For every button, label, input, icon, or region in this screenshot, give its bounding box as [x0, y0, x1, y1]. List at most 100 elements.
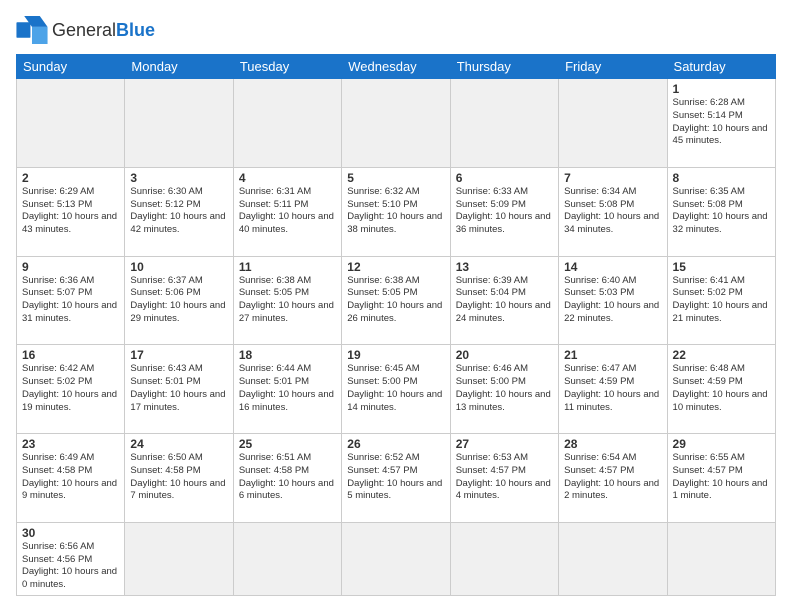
day-number: 6: [456, 171, 553, 185]
day-number: 22: [673, 348, 770, 362]
day-info: Sunrise: 6:49 AM Sunset: 4:58 PM Dayligh…: [22, 452, 119, 503]
calendar-row: 9Sunrise: 6:36 AM Sunset: 5:07 PM Daylig…: [17, 256, 776, 345]
day-number: 14: [564, 260, 661, 274]
day-info: Sunrise: 6:31 AM Sunset: 5:11 PM Dayligh…: [239, 186, 336, 237]
day-number: 2: [22, 171, 119, 185]
table-row: 30Sunrise: 6:56 AM Sunset: 4:56 PM Dayli…: [17, 522, 125, 595]
table-row: 25Sunrise: 6:51 AM Sunset: 4:58 PM Dayli…: [233, 434, 341, 523]
day-number: 9: [22, 260, 119, 274]
header: GeneralBlue: [16, 16, 776, 44]
day-number: 27: [456, 437, 553, 451]
day-info: Sunrise: 6:32 AM Sunset: 5:10 PM Dayligh…: [347, 186, 444, 237]
day-info: Sunrise: 6:38 AM Sunset: 5:05 PM Dayligh…: [347, 275, 444, 326]
table-row: 19Sunrise: 6:45 AM Sunset: 5:00 PM Dayli…: [342, 345, 450, 434]
calendar-row: 16Sunrise: 6:42 AM Sunset: 5:02 PM Dayli…: [17, 345, 776, 434]
calendar: Sunday Monday Tuesday Wednesday Thursday…: [16, 54, 776, 596]
header-friday: Friday: [559, 55, 667, 79]
day-info: Sunrise: 6:53 AM Sunset: 4:57 PM Dayligh…: [456, 452, 553, 503]
day-number: 3: [130, 171, 227, 185]
table-row: 7Sunrise: 6:34 AM Sunset: 5:08 PM Daylig…: [559, 167, 667, 256]
day-info: Sunrise: 6:29 AM Sunset: 5:13 PM Dayligh…: [22, 186, 119, 237]
table-row: 24Sunrise: 6:50 AM Sunset: 4:58 PM Dayli…: [125, 434, 233, 523]
table-row: 18Sunrise: 6:44 AM Sunset: 5:01 PM Dayli…: [233, 345, 341, 434]
table-row: 12Sunrise: 6:38 AM Sunset: 5:05 PM Dayli…: [342, 256, 450, 345]
table-row: 20Sunrise: 6:46 AM Sunset: 5:00 PM Dayli…: [450, 345, 558, 434]
day-number: 23: [22, 437, 119, 451]
header-tuesday: Tuesday: [233, 55, 341, 79]
day-number: 10: [130, 260, 227, 274]
day-number: 30: [22, 526, 119, 540]
header-wednesday: Wednesday: [342, 55, 450, 79]
day-info: Sunrise: 6:52 AM Sunset: 4:57 PM Dayligh…: [347, 452, 444, 503]
day-number: 12: [347, 260, 444, 274]
table-row: [233, 522, 341, 595]
day-number: 20: [456, 348, 553, 362]
day-info: Sunrise: 6:36 AM Sunset: 5:07 PM Dayligh…: [22, 275, 119, 326]
day-number: 11: [239, 260, 336, 274]
table-row: 14Sunrise: 6:40 AM Sunset: 5:03 PM Dayli…: [559, 256, 667, 345]
day-info: Sunrise: 6:50 AM Sunset: 4:58 PM Dayligh…: [130, 452, 227, 503]
table-row: [559, 522, 667, 595]
header-sunday: Sunday: [17, 55, 125, 79]
day-info: Sunrise: 6:42 AM Sunset: 5:02 PM Dayligh…: [22, 363, 119, 414]
table-row: 15Sunrise: 6:41 AM Sunset: 5:02 PM Dayli…: [667, 256, 775, 345]
table-row: [342, 79, 450, 168]
day-info: Sunrise: 6:40 AM Sunset: 5:03 PM Dayligh…: [564, 275, 661, 326]
table-row: 9Sunrise: 6:36 AM Sunset: 5:07 PM Daylig…: [17, 256, 125, 345]
day-info: Sunrise: 6:55 AM Sunset: 4:57 PM Dayligh…: [673, 452, 770, 503]
day-info: Sunrise: 6:35 AM Sunset: 5:08 PM Dayligh…: [673, 186, 770, 237]
table-row: 22Sunrise: 6:48 AM Sunset: 4:59 PM Dayli…: [667, 345, 775, 434]
day-info: Sunrise: 6:43 AM Sunset: 5:01 PM Dayligh…: [130, 363, 227, 414]
table-row: 4Sunrise: 6:31 AM Sunset: 5:11 PM Daylig…: [233, 167, 341, 256]
day-number: 19: [347, 348, 444, 362]
day-info: Sunrise: 6:45 AM Sunset: 5:00 PM Dayligh…: [347, 363, 444, 414]
day-number: 25: [239, 437, 336, 451]
table-row: 11Sunrise: 6:38 AM Sunset: 5:05 PM Dayli…: [233, 256, 341, 345]
day-info: Sunrise: 6:46 AM Sunset: 5:00 PM Dayligh…: [456, 363, 553, 414]
table-row: [667, 522, 775, 595]
day-number: 13: [456, 260, 553, 274]
day-number: 24: [130, 437, 227, 451]
day-number: 15: [673, 260, 770, 274]
table-row: 8Sunrise: 6:35 AM Sunset: 5:08 PM Daylig…: [667, 167, 775, 256]
day-info: Sunrise: 6:41 AM Sunset: 5:02 PM Dayligh…: [673, 275, 770, 326]
day-info: Sunrise: 6:47 AM Sunset: 4:59 PM Dayligh…: [564, 363, 661, 414]
table-row: 27Sunrise: 6:53 AM Sunset: 4:57 PM Dayli…: [450, 434, 558, 523]
table-row: 13Sunrise: 6:39 AM Sunset: 5:04 PM Dayli…: [450, 256, 558, 345]
day-info: Sunrise: 6:54 AM Sunset: 4:57 PM Dayligh…: [564, 452, 661, 503]
day-number: 29: [673, 437, 770, 451]
header-saturday: Saturday: [667, 55, 775, 79]
day-number: 28: [564, 437, 661, 451]
day-number: 18: [239, 348, 336, 362]
day-number: 8: [673, 171, 770, 185]
table-row: [559, 79, 667, 168]
day-info: Sunrise: 6:56 AM Sunset: 4:56 PM Dayligh…: [22, 541, 119, 592]
table-row: [125, 522, 233, 595]
day-number: 16: [22, 348, 119, 362]
table-row: [233, 79, 341, 168]
day-info: Sunrise: 6:51 AM Sunset: 4:58 PM Dayligh…: [239, 452, 336, 503]
table-row: 28Sunrise: 6:54 AM Sunset: 4:57 PM Dayli…: [559, 434, 667, 523]
day-info: Sunrise: 6:30 AM Sunset: 5:12 PM Dayligh…: [130, 186, 227, 237]
page: GeneralBlue Sunday Monday Tuesday Wednes…: [0, 0, 792, 612]
logo: GeneralBlue: [16, 16, 155, 44]
day-number: 1: [673, 82, 770, 96]
calendar-row: 1Sunrise: 6:28 AM Sunset: 5:14 PM Daylig…: [17, 79, 776, 168]
header-thursday: Thursday: [450, 55, 558, 79]
calendar-row: 23Sunrise: 6:49 AM Sunset: 4:58 PM Dayli…: [17, 434, 776, 523]
table-row: [342, 522, 450, 595]
day-info: Sunrise: 6:38 AM Sunset: 5:05 PM Dayligh…: [239, 275, 336, 326]
table-row: 1Sunrise: 6:28 AM Sunset: 5:14 PM Daylig…: [667, 79, 775, 168]
day-info: Sunrise: 6:37 AM Sunset: 5:06 PM Dayligh…: [130, 275, 227, 326]
day-info: Sunrise: 6:39 AM Sunset: 5:04 PM Dayligh…: [456, 275, 553, 326]
table-row: [17, 79, 125, 168]
day-number: 21: [564, 348, 661, 362]
day-info: Sunrise: 6:48 AM Sunset: 4:59 PM Dayligh…: [673, 363, 770, 414]
table-row: 16Sunrise: 6:42 AM Sunset: 5:02 PM Dayli…: [17, 345, 125, 434]
day-number: 5: [347, 171, 444, 185]
table-row: [450, 79, 558, 168]
table-row: [450, 522, 558, 595]
table-row: 2Sunrise: 6:29 AM Sunset: 5:13 PM Daylig…: [17, 167, 125, 256]
table-row: 21Sunrise: 6:47 AM Sunset: 4:59 PM Dayli…: [559, 345, 667, 434]
day-number: 4: [239, 171, 336, 185]
